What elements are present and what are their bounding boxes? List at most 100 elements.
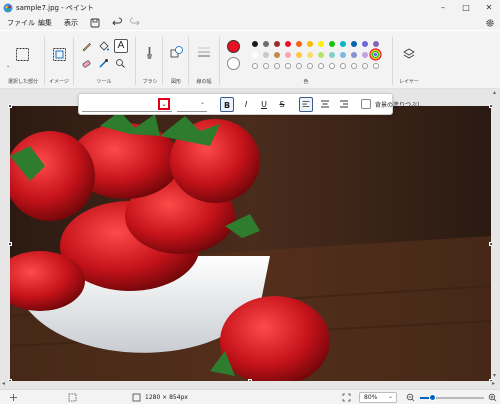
color-picker-icon[interactable] bbox=[97, 57, 110, 70]
palette-color-swatch[interactable] bbox=[274, 41, 280, 47]
palette-empty-swatch[interactable] bbox=[296, 63, 302, 69]
fill-background-label: 背景の塗りつぶし bbox=[375, 102, 424, 109]
font-size-combobox[interactable]: ⌄ bbox=[177, 97, 207, 112]
palette-color-swatch[interactable] bbox=[373, 41, 379, 47]
palette-color-swatch[interactable] bbox=[263, 41, 269, 47]
resize-handle[interactable] bbox=[8, 104, 12, 108]
palette-color-swatch[interactable] bbox=[329, 41, 335, 47]
palette-empty-swatch[interactable] bbox=[274, 63, 280, 69]
zoom-in-icon[interactable] bbox=[488, 393, 497, 402]
menu-edit[interactable]: 編集 bbox=[38, 18, 52, 28]
divider bbox=[44, 37, 45, 85]
chevron-down-icon[interactable]: ⌄ bbox=[6, 63, 10, 69]
save-icon[interactable] bbox=[89, 17, 101, 29]
font-family-combobox[interactable]: ⌄ bbox=[82, 97, 172, 112]
scroll-down-icon[interactable]: ▾ bbox=[493, 372, 496, 379]
horizontal-scrollbar[interactable]: ◂ ▸ bbox=[0, 380, 500, 389]
palette-empty-swatch[interactable] bbox=[340, 63, 346, 69]
align-right-icon[interactable] bbox=[337, 97, 351, 112]
palette-color-swatch[interactable] bbox=[285, 52, 291, 58]
chevron-down-icon[interactable]: ⌄ bbox=[200, 99, 205, 106]
palette-color-swatch[interactable] bbox=[307, 41, 313, 47]
palette-color-swatch[interactable] bbox=[285, 41, 291, 47]
palette-color-swatch[interactable] bbox=[296, 41, 302, 47]
redo-icon[interactable] bbox=[129, 17, 141, 29]
italic-button[interactable]: I bbox=[239, 97, 253, 112]
settings-gear-icon[interactable] bbox=[484, 17, 496, 29]
undo-icon[interactable] bbox=[111, 17, 123, 29]
edit-colors-icon[interactable] bbox=[369, 48, 382, 61]
line-width-icon[interactable] bbox=[196, 44, 212, 60]
zoom-level-dropdown[interactable]: 80% ⌄ bbox=[359, 392, 397, 403]
layers-icon[interactable] bbox=[402, 47, 416, 61]
palette-color-swatch[interactable] bbox=[307, 52, 313, 58]
vertical-scrollbar[interactable]: ▴ ▾ bbox=[492, 89, 500, 381]
layers-label: レイヤー bbox=[399, 79, 419, 85]
palette-color-swatch[interactable] bbox=[252, 41, 258, 47]
canvas-image[interactable] bbox=[10, 106, 491, 381]
resize-handle[interactable] bbox=[8, 242, 12, 246]
font-dropdown-button[interactable]: ⌄ bbox=[158, 98, 170, 110]
scroll-up-icon[interactable]: ▴ bbox=[493, 89, 496, 96]
palette-color-swatch[interactable] bbox=[252, 52, 258, 58]
maximize-button[interactable]: □ bbox=[455, 1, 477, 15]
palette-color-swatch[interactable] bbox=[362, 52, 368, 58]
palette-color-swatch[interactable] bbox=[340, 41, 346, 47]
secondary-color-swatch[interactable] bbox=[227, 57, 240, 70]
minimize-button[interactable]: – bbox=[432, 1, 454, 15]
strikethrough-button[interactable]: S bbox=[275, 97, 289, 112]
palette-color-swatch[interactable] bbox=[296, 52, 302, 58]
zoom-value: 80% bbox=[364, 394, 378, 401]
palette-color-swatch[interactable] bbox=[351, 41, 357, 47]
magnifier-icon[interactable] bbox=[114, 57, 127, 70]
palette-empty-swatch[interactable] bbox=[373, 63, 379, 69]
zoom-slider-thumb[interactable] bbox=[429, 394, 437, 401]
palette-color-swatch[interactable] bbox=[263, 52, 269, 58]
palette-empty-swatch[interactable] bbox=[307, 63, 313, 69]
align-center-icon[interactable] bbox=[318, 97, 332, 112]
bold-button[interactable]: B bbox=[220, 97, 234, 112]
eraser-icon[interactable] bbox=[80, 57, 93, 70]
title-bar: sample7.jpg - ペイント – □ ✕ bbox=[0, 0, 500, 16]
selection-size-icon bbox=[68, 393, 77, 402]
underline-button[interactable]: U bbox=[257, 97, 271, 112]
palette-empty-swatch[interactable] bbox=[318, 63, 324, 69]
palette-empty-swatch[interactable] bbox=[252, 63, 258, 69]
divider bbox=[135, 37, 136, 85]
palette-color-swatch[interactable] bbox=[340, 52, 346, 58]
zoom-out-icon[interactable] bbox=[406, 393, 415, 402]
image-label: イメージ bbox=[49, 79, 69, 85]
ribbon: ⌄ 選択した部分 イメージ A ツール ブラシ 図形 線の幅 色 レイヤー bbox=[0, 31, 500, 89]
palette-empty-swatch[interactable] bbox=[351, 63, 357, 69]
active-color-swatch[interactable] bbox=[227, 40, 240, 53]
text-format-toolbar: ⌄ ⌄ B I U S 背景の塗りつぶし bbox=[78, 93, 423, 115]
menu-view[interactable]: 表示 bbox=[64, 18, 78, 28]
palette-color-swatch[interactable] bbox=[274, 52, 280, 58]
align-left-icon[interactable] bbox=[299, 97, 313, 112]
fill-background-checkbox[interactable] bbox=[361, 99, 371, 109]
fit-to-window-icon[interactable] bbox=[342, 393, 351, 402]
text-tool-icon[interactable]: A bbox=[114, 39, 128, 53]
image-icon[interactable] bbox=[52, 47, 67, 62]
palette-color-swatch[interactable] bbox=[318, 52, 324, 58]
palette-empty-swatch[interactable] bbox=[263, 63, 269, 69]
selection-icon[interactable] bbox=[15, 47, 30, 62]
menu-file[interactable]: ファイル bbox=[7, 18, 35, 28]
palette-color-swatch[interactable] bbox=[351, 52, 357, 58]
palette-empty-swatch[interactable] bbox=[362, 63, 368, 69]
close-button[interactable]: ✕ bbox=[478, 1, 500, 15]
scroll-left-icon[interactable]: ◂ bbox=[2, 380, 5, 387]
zoom-slider[interactable] bbox=[420, 394, 484, 401]
palette-color-swatch[interactable] bbox=[318, 41, 324, 47]
scroll-right-icon[interactable]: ▸ bbox=[492, 380, 495, 387]
paint-app-icon bbox=[3, 3, 13, 13]
fill-bucket-icon[interactable] bbox=[97, 40, 110, 53]
palette-empty-swatch[interactable] bbox=[329, 63, 335, 69]
shapes-icon[interactable] bbox=[169, 45, 184, 60]
pencil-icon[interactable] bbox=[80, 40, 93, 53]
palette-color-swatch[interactable] bbox=[362, 41, 368, 47]
palette-empty-swatch[interactable] bbox=[285, 63, 291, 69]
palette-color-swatch[interactable] bbox=[329, 52, 335, 58]
brush-icon[interactable] bbox=[143, 45, 156, 63]
divider bbox=[219, 37, 220, 85]
